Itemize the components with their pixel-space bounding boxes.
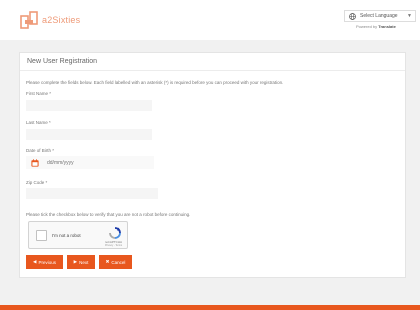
top-header: a2Sixties Select Language ▼ Powered by T… xyxy=(0,0,420,40)
first-name-input[interactable] xyxy=(26,100,152,111)
dob-input[interactable] xyxy=(47,159,147,166)
logo-text: a2Sixties xyxy=(42,15,81,25)
next-button-label: Next xyxy=(79,259,89,265)
previous-button[interactable]: ◀ Previous xyxy=(26,255,63,269)
zip-label: Zip Code * xyxy=(26,180,48,185)
language-select[interactable]: Select Language ▼ xyxy=(344,10,416,22)
recaptcha-widget: I'm not a robot reCAPTCHA Privacy - Term… xyxy=(28,221,128,249)
arrow-left-icon: ◀ xyxy=(33,259,37,264)
captcha-note: Please tick the checkbox below to verify… xyxy=(26,212,191,217)
language-select-label: Select Language xyxy=(360,13,398,19)
arrow-right-icon: ▶ xyxy=(73,259,78,264)
brand-logo[interactable]: a2Sixties xyxy=(20,11,80,29)
recaptcha-checkbox[interactable] xyxy=(36,230,47,241)
powered-brand[interactable]: Translate xyxy=(378,24,396,29)
previous-button-label: Previous xyxy=(38,259,56,265)
registration-panel: New User Registration Please complete th… xyxy=(19,52,406,278)
calendar-icon[interactable] xyxy=(31,158,39,167)
footer-accent-bar xyxy=(0,305,420,310)
last-name-input[interactable] xyxy=(26,129,152,140)
powered-prefix: Powered by xyxy=(356,24,378,29)
last-name-label: Last Name * xyxy=(26,120,51,125)
dob-label: Date of Birth * xyxy=(26,148,55,153)
logo-icon xyxy=(20,11,38,29)
panel-title: New User Registration xyxy=(20,53,405,71)
powered-by-text: Powered by Translate xyxy=(356,24,396,29)
zip-input[interactable] xyxy=(26,188,158,199)
intro-text: Please complete the fields below. Each f… xyxy=(26,80,284,85)
recaptcha-terms[interactable]: Privacy - Terms xyxy=(105,244,122,247)
cancel-button-label: Cancel xyxy=(111,259,126,265)
globe-icon xyxy=(349,12,356,20)
close-icon: ✖ xyxy=(105,259,110,264)
recaptcha-label: I'm not a robot xyxy=(52,233,81,238)
dob-field[interactable] xyxy=(26,156,154,169)
next-button[interactable]: ▶ Next xyxy=(67,255,95,269)
chevron-down-icon: ▼ xyxy=(407,13,412,19)
cancel-button[interactable]: ✖ Cancel xyxy=(99,255,132,269)
first-name-label: First Name * xyxy=(26,91,52,96)
recaptcha-icon xyxy=(109,227,121,239)
